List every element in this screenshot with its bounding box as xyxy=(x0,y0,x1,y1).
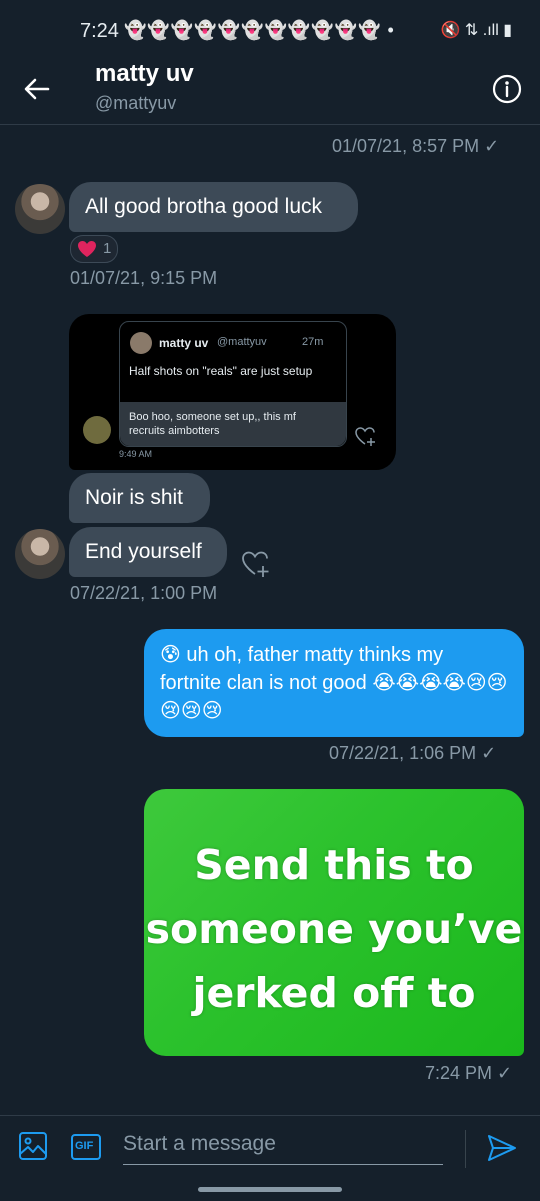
divider xyxy=(465,1130,466,1168)
message-bubble-outgoing[interactable]: 😰 uh oh, father matty thinks my fortnite… xyxy=(144,629,524,737)
tweet-text: Half shots on "reals" are just setup xyxy=(129,364,313,378)
reaction-badge[interactable]: 1 xyxy=(70,235,118,263)
tweet-reply-avatar xyxy=(83,416,111,444)
heart-add-icon[interactable] xyxy=(240,548,270,578)
avatar[interactable] xyxy=(15,184,65,234)
info-button[interactable] xyxy=(491,73,523,105)
status-time: 7:24 xyxy=(80,20,119,42)
message-bubble[interactable]: End yourself xyxy=(69,527,227,577)
heart-icon xyxy=(78,241,96,257)
info-icon xyxy=(492,74,522,104)
conversation-name[interactable]: matty uv xyxy=(95,60,194,88)
image-icon xyxy=(19,1132,47,1160)
tweet-reply: Boo hoo, someone set up,, this mf recrui… xyxy=(120,402,346,446)
timestamp: 07/22/21, 1:06 PM ✓ xyxy=(329,743,497,763)
reaction-count: 1 xyxy=(103,240,112,257)
timestamp: 7:24 PM ✓ xyxy=(425,1063,513,1083)
shared-tweet-image[interactable]: matty uv @mattyuv 27m Half shots on "rea… xyxy=(69,314,396,470)
send-icon xyxy=(488,1135,516,1161)
timestamp: 07/22/21, 1:00 PM xyxy=(70,583,218,603)
home-indicator[interactable] xyxy=(198,1187,342,1192)
gif-label: GIF xyxy=(75,1140,94,1152)
notification-icons: 👻👻👻👻👻👻👻👻👻👻👻 • xyxy=(124,20,395,40)
send-button[interactable] xyxy=(484,1130,520,1166)
tweet-age: 27m xyxy=(302,336,324,348)
arrow-left-icon xyxy=(24,78,50,100)
quoted-tweet: matty uv @mattyuv 27m Half shots on "rea… xyxy=(119,321,347,447)
timestamp: 01/07/21, 8:57 PM ✓ xyxy=(332,136,500,156)
conversation-handle[interactable]: @mattyuv xyxy=(95,93,176,114)
message-input[interactable]: Start a message xyxy=(123,1126,443,1165)
tweet-author: matty uv xyxy=(159,336,209,350)
sent-image[interactable]: Send this to someone you’ve jerked off t… xyxy=(144,789,524,1056)
timestamp: 01/07/21, 9:15 PM xyxy=(70,268,218,288)
add-gif-button[interactable]: GIF xyxy=(70,1133,102,1161)
back-button[interactable] xyxy=(20,72,54,106)
tweet-handle: @mattyuv xyxy=(217,336,267,348)
tweet-avatar xyxy=(130,332,152,354)
tweet-reply-text: Boo hoo, someone set up,, this mf recrui… xyxy=(129,411,296,437)
image-caption: Send this to someone you’ve jerked off t… xyxy=(145,841,523,1017)
message-bubble[interactable]: All good brotha good luck xyxy=(69,182,358,232)
avatar[interactable] xyxy=(15,529,65,579)
status-bar: 7:24 👻👻👻👻👻👻👻👻👻👻👻 • 🔇 ⇅ .ıll ▮ xyxy=(0,0,540,50)
conversation-header: matty uv @mattyuv xyxy=(0,50,540,125)
message-bubble[interactable]: Noir is shit xyxy=(69,473,210,523)
tweet-time: 9:49 AM xyxy=(119,449,153,459)
system-icons: 🔇 ⇅ .ıll ▮ xyxy=(440,22,512,39)
heart-add-icon xyxy=(355,427,375,446)
add-image-button[interactable] xyxy=(17,1130,49,1162)
